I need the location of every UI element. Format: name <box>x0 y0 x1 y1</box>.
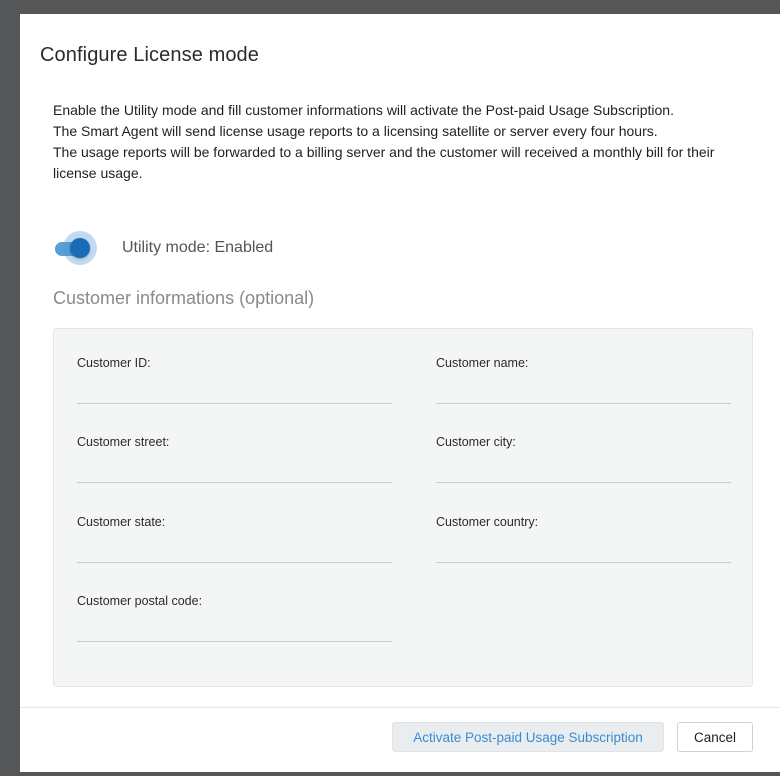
utility-mode-label: Utility mode: Enabled <box>122 239 274 256</box>
customer-name-label: Customer name: <box>436 356 529 370</box>
customer-id-field: Customer ID: <box>77 356 392 404</box>
customer-name-input[interactable] <box>436 383 731 404</box>
customer-id-input[interactable] <box>77 383 392 404</box>
customer-postal-code-input[interactable] <box>77 621 392 642</box>
description-line-1: Enable the Utility mode and fill custome… <box>53 102 674 118</box>
customer-city-field: Customer city: <box>436 435 731 483</box>
customer-country-label: Customer country: <box>436 515 539 529</box>
customer-country-input[interactable] <box>436 542 731 563</box>
customer-state-label: Customer state: <box>77 515 166 529</box>
customer-street-input[interactable] <box>77 462 392 483</box>
customer-info-panel: Customer ID: Customer name: Customer str… <box>53 328 753 687</box>
customer-section-title: Customer informations (optional) <box>53 288 315 308</box>
footer-divider <box>20 707 780 708</box>
dialog-description: Enable the Utility mode and fill custome… <box>53 100 753 184</box>
utility-mode-row: Utility mode: Enabled <box>53 230 273 266</box>
customer-state-input[interactable] <box>77 542 392 563</box>
toggle-knob[interactable] <box>70 238 90 258</box>
dialog-title: Configure License mode <box>40 44 259 66</box>
customer-name-field: Customer name: <box>436 356 731 404</box>
customer-country-field: Customer country: <box>436 515 731 563</box>
customer-postal-code-field: Customer postal code: <box>77 594 392 642</box>
customer-street-field: Customer street: <box>77 435 392 483</box>
customer-city-input[interactable] <box>436 462 731 483</box>
utility-mode-toggle[interactable] <box>53 230 97 266</box>
configure-license-dialog: Configure License mode Enable the Utilit… <box>20 14 780 772</box>
customer-city-label: Customer city: <box>436 435 516 449</box>
customer-id-label: Customer ID: <box>77 356 151 370</box>
description-line-2: The Smart Agent will send license usage … <box>53 123 658 139</box>
cancel-button[interactable]: Cancel <box>677 722 753 752</box>
customer-street-label: Customer street: <box>77 435 170 449</box>
customer-state-field: Customer state: <box>77 515 392 563</box>
activate-subscription-button[interactable]: Activate Post-paid Usage Subscription <box>392 722 664 752</box>
description-line-3: The usage reports will be forwarded to a… <box>53 144 715 181</box>
customer-postal-code-label: Customer postal code: <box>77 594 203 608</box>
